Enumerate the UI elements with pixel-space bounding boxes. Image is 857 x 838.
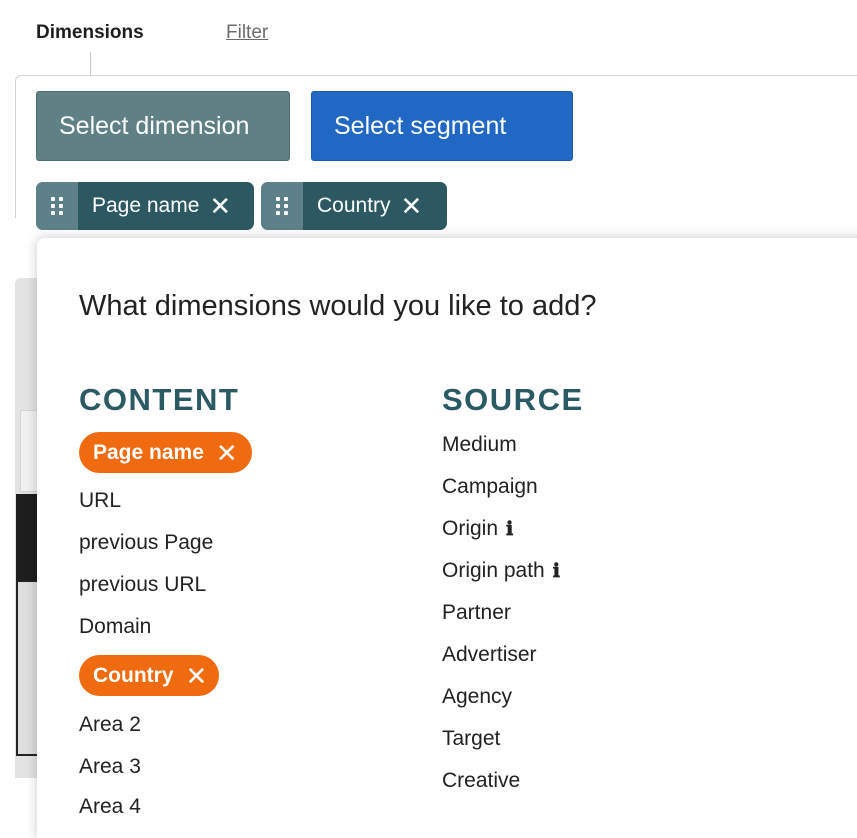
- selected-chip-page-name[interactable]: Page name ✕: [36, 182, 254, 230]
- heading-source: SOURCE: [442, 382, 584, 417]
- option-label: Page name: [93, 440, 204, 464]
- close-icon[interactable]: ✕: [401, 193, 435, 219]
- info-icon[interactable]: ℹ: [553, 560, 560, 582]
- option-label: Country: [93, 663, 174, 687]
- option-origin[interactable]: Origin ℹ: [442, 517, 513, 541]
- modal-title: What dimensions would you like to add?: [79, 290, 597, 322]
- option-campaign[interactable]: Campaign: [442, 475, 538, 499]
- drag-handle-icon[interactable]: [261, 182, 303, 230]
- option-medium[interactable]: Medium: [442, 433, 517, 457]
- option-area-3[interactable]: Area 3: [79, 755, 141, 779]
- tab-dimensions[interactable]: Dimensions: [36, 22, 144, 44]
- option-agency[interactable]: Agency: [442, 685, 512, 709]
- select-segment-button[interactable]: Select segment: [311, 91, 573, 161]
- chip-label: Page name: [92, 194, 200, 217]
- option-page-name-selected[interactable]: Page name ✕: [79, 432, 252, 473]
- option-previous-page[interactable]: previous Page: [79, 531, 213, 555]
- option-area-2[interactable]: Area 2: [79, 713, 141, 737]
- option-advertiser[interactable]: Advertiser: [442, 643, 537, 667]
- option-previous-url[interactable]: previous URL: [79, 573, 206, 597]
- option-domain[interactable]: Domain: [79, 615, 151, 639]
- option-label: Origin: [442, 517, 499, 540]
- option-area-4[interactable]: Area 4: [79, 795, 141, 819]
- option-partner[interactable]: Partner: [442, 601, 511, 625]
- tab-connector-line: [90, 52, 91, 75]
- close-icon[interactable]: ✕: [216, 440, 238, 466]
- option-country-selected[interactable]: Country ✕: [79, 655, 219, 696]
- tab-filter[interactable]: Filter: [226, 22, 268, 44]
- option-origin-path[interactable]: Origin path ℹ: [442, 559, 560, 583]
- option-creative[interactable]: Creative: [442, 769, 520, 793]
- chip-label: Country: [317, 194, 391, 217]
- close-icon[interactable]: ✕: [186, 663, 208, 689]
- option-label: Origin path: [442, 559, 545, 582]
- select-dimension-button[interactable]: Select dimension: [36, 91, 290, 161]
- heading-content: CONTENT: [79, 382, 240, 417]
- drag-handle-icon[interactable]: [36, 182, 78, 230]
- option-url[interactable]: URL: [79, 489, 121, 513]
- option-target[interactable]: Target: [442, 727, 500, 751]
- close-icon[interactable]: ✕: [209, 193, 243, 219]
- selected-chip-country[interactable]: Country ✕: [261, 182, 447, 230]
- info-icon[interactable]: ℹ: [506, 518, 513, 540]
